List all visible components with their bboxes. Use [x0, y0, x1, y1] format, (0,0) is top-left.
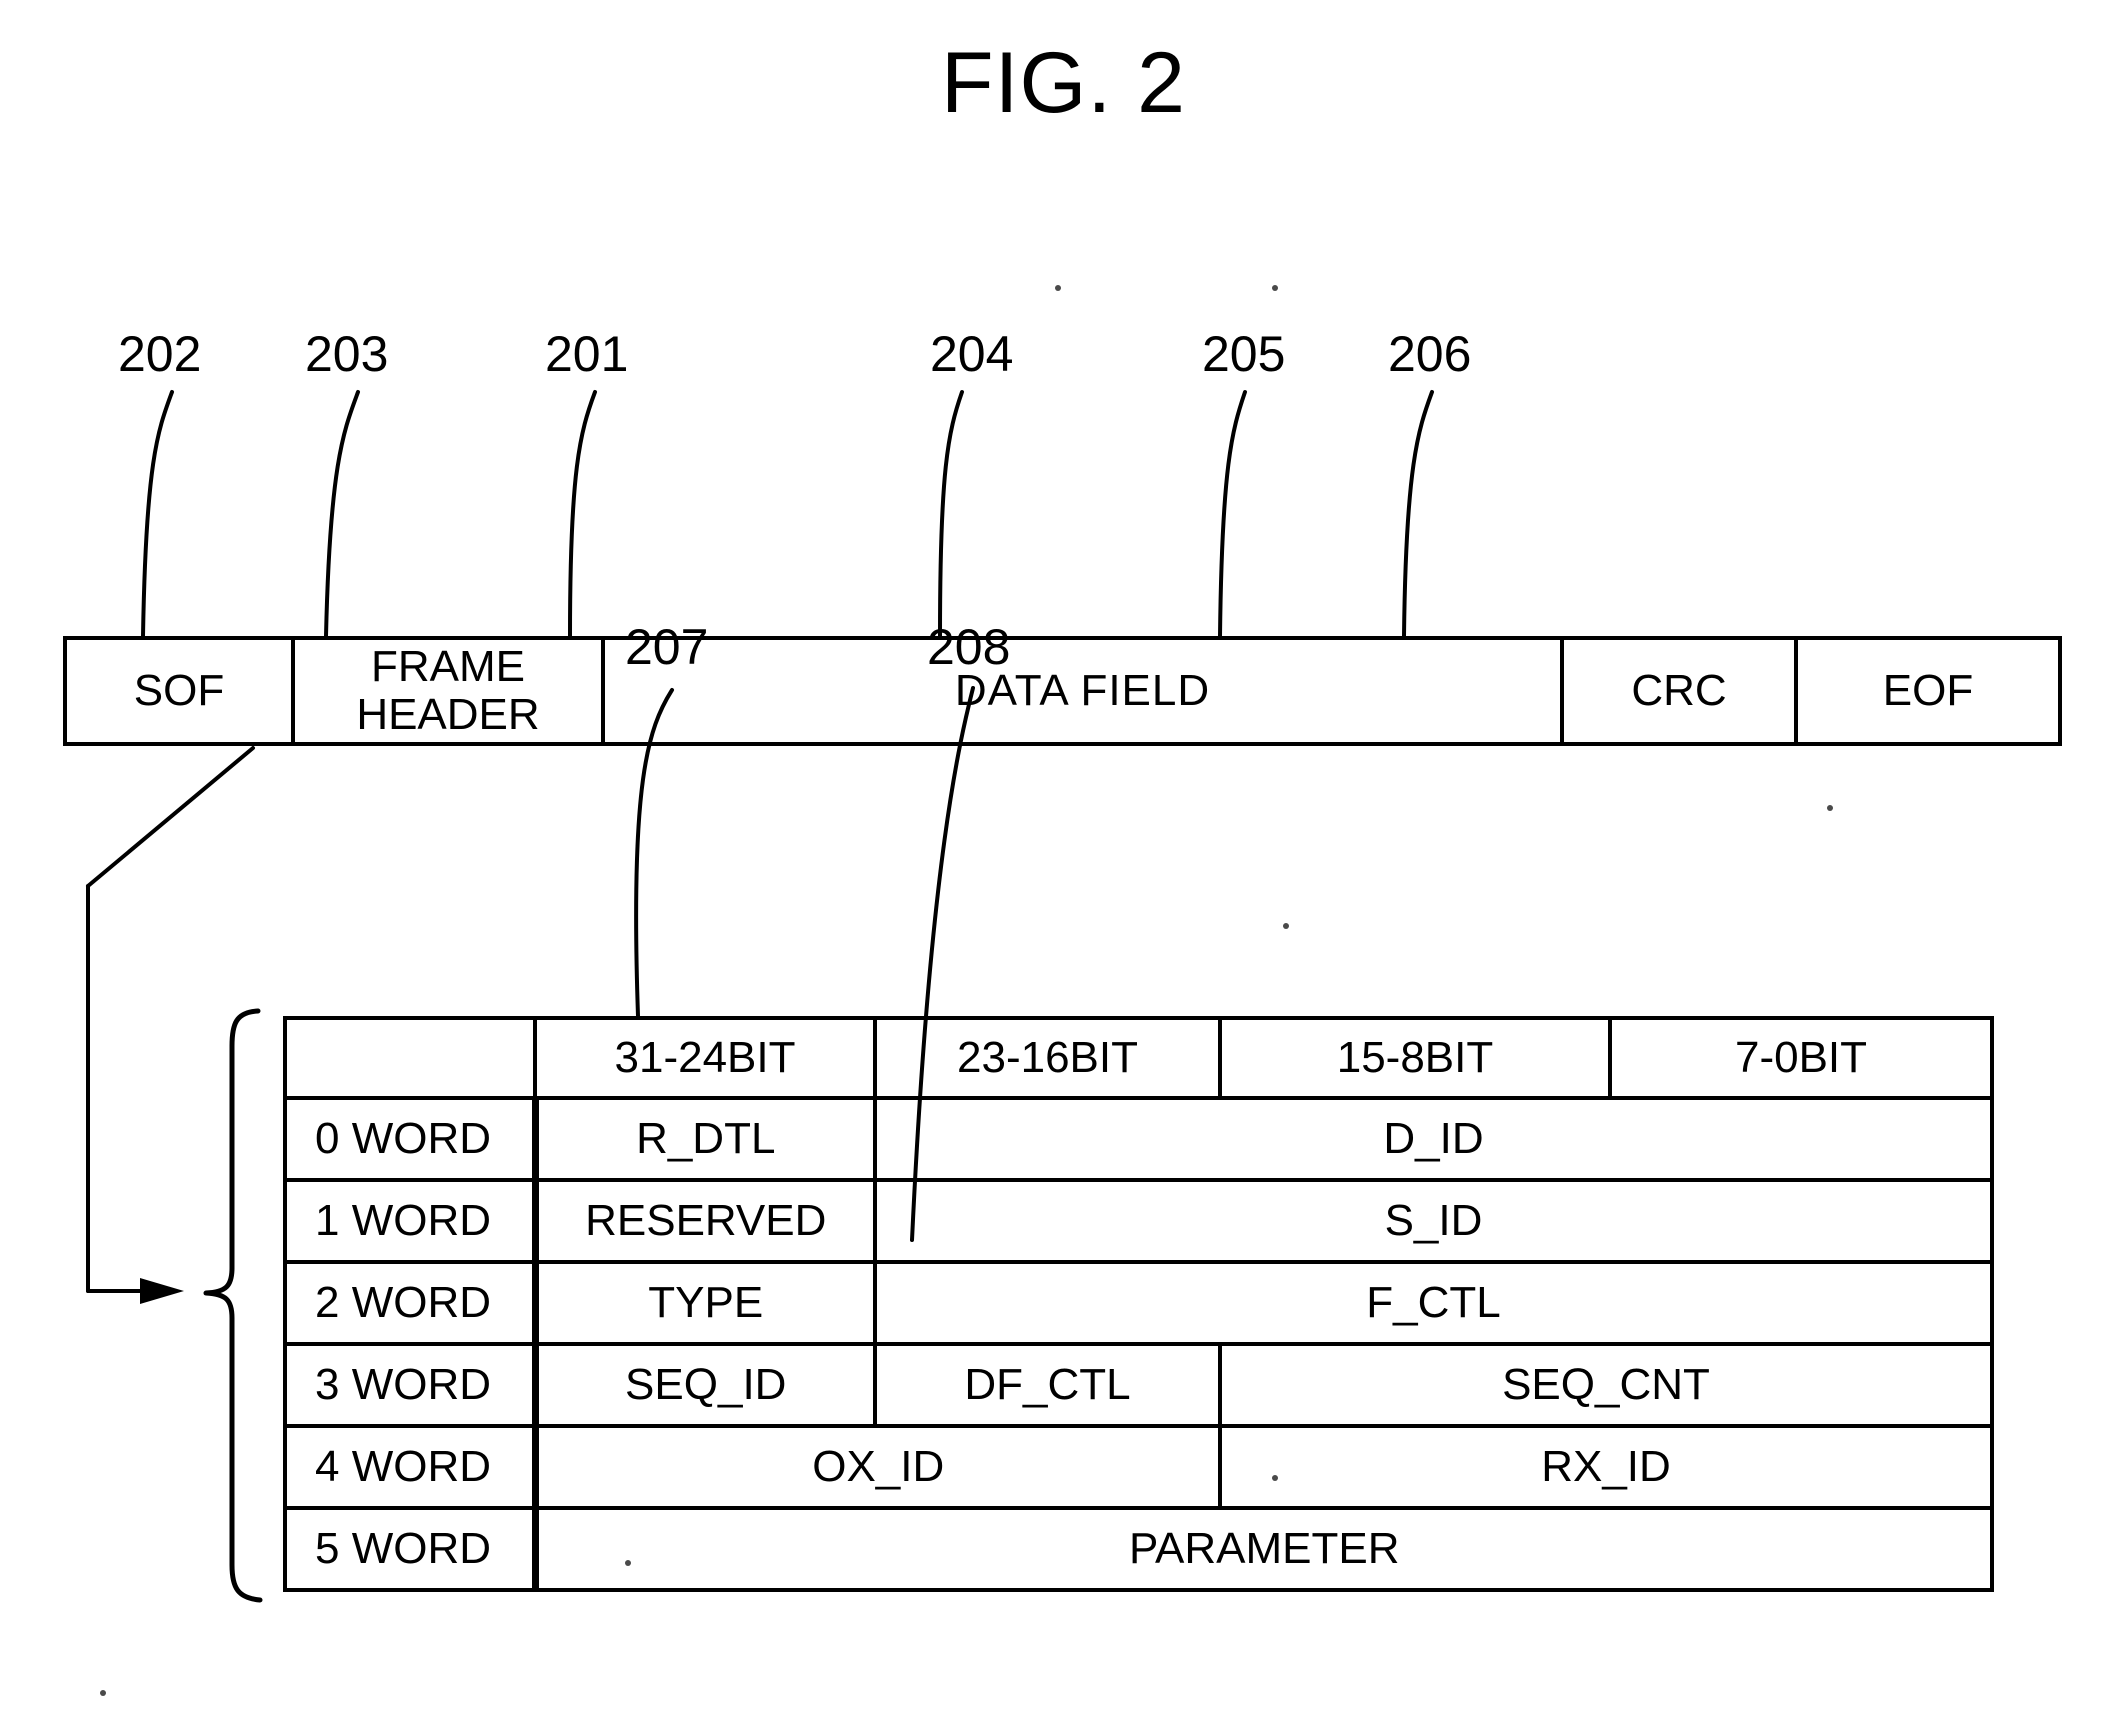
figure-title: FIG. 2	[941, 35, 1186, 131]
frame-structure-bar: SOF FRAME HEADER DATA FIELD CRC EOF	[63, 636, 2062, 746]
cell-r-dtl: R_DTL	[533, 1096, 877, 1182]
leader-line-202	[141, 390, 174, 638]
cell-s-id: S_ID	[873, 1178, 1994, 1264]
table-row: 0 WORD R_DTL D_ID	[283, 1096, 1994, 1182]
reference-number-201: 201	[545, 326, 629, 382]
table-row: 2 WORD TYPE F_CTL	[283, 1260, 1994, 1346]
row-label-word-4: 4 WORD	[283, 1424, 539, 1510]
cell-rx-id: RX_ID	[1218, 1424, 1994, 1510]
row-label-word-2: 2 WORD	[283, 1260, 539, 1346]
row-label-word-3: 3 WORD	[283, 1342, 539, 1428]
cell-parameter: PARAMETER	[533, 1506, 1994, 1592]
frame-cell-eof: EOF	[1882, 666, 1974, 716]
frame-cell-frame-header: FRAME HEADER	[295, 640, 605, 742]
cell-seq-id: SEQ_ID	[533, 1342, 877, 1428]
scan-speck	[1272, 285, 1278, 291]
frame-cell-sof: SOF	[67, 640, 295, 742]
scan-speck	[1283, 923, 1289, 929]
leader-line-203	[324, 390, 360, 638]
leader-line-206	[1402, 390, 1434, 638]
reference-number-202: 202	[118, 326, 202, 382]
frame-cell-crc: CRC	[1564, 640, 1798, 742]
table-row: 4 WORD OX_ID RX_ID	[283, 1424, 1994, 1510]
table-row: 3 WORD SEQ_ID DF_CTL SEQ_CNT	[283, 1342, 1994, 1428]
cell-reserved: RESERVED	[533, 1178, 877, 1264]
connector-arrowhead	[140, 1278, 184, 1304]
scan-speck	[625, 1560, 631, 1566]
leader-line-201	[568, 390, 597, 638]
row-label-word-0: 0 WORD	[283, 1096, 539, 1182]
cell-df-ctl: DF_CTL	[873, 1342, 1222, 1428]
table-header-15-8bit: 15-8BIT	[1218, 1016, 1612, 1100]
leader-line-204	[938, 390, 964, 638]
table-row: 5 WORD PARAMETER	[283, 1506, 1994, 1592]
table-header-blank-corner	[283, 1016, 537, 1100]
frame-header-detail-table: 31-24BIT 23-16BIT 15-8BIT 7-0BIT 0 WORD …	[283, 1016, 1994, 1592]
table-header-31-24bit: 31-24BIT	[533, 1016, 877, 1100]
table-header-row: 31-24BIT 23-16BIT 15-8BIT 7-0BIT	[283, 1016, 1994, 1100]
cell-type: TYPE	[533, 1260, 877, 1346]
reference-number-203: 203	[305, 326, 389, 382]
scan-speck	[1272, 1475, 1278, 1481]
detail-table-brace	[203, 1008, 263, 1603]
row-label-word-1: 1 WORD	[283, 1178, 539, 1264]
reference-number-206: 206	[1388, 326, 1472, 382]
cell-ox-id: OX_ID	[533, 1424, 1222, 1510]
connector-diagonal	[86, 746, 255, 888]
reference-number-204: 204	[930, 326, 1014, 382]
cell-f-ctl: F_CTL	[873, 1260, 1994, 1346]
scan-speck	[1827, 805, 1833, 811]
cell-seq-cnt: SEQ_CNT	[1218, 1342, 1994, 1428]
frame-cell-data-field: DATA FIELD	[605, 640, 1564, 742]
reference-number-205: 205	[1202, 326, 1286, 382]
cell-d-id: D_ID	[873, 1096, 1994, 1182]
scan-speck	[100, 1690, 106, 1696]
table-header-7-0bit: 7-0BIT	[1608, 1016, 1994, 1100]
row-label-word-5: 5 WORD	[283, 1506, 539, 1592]
table-row: 1 WORD RESERVED S_ID	[283, 1178, 1994, 1264]
scan-speck	[1055, 285, 1061, 291]
table-header-23-16bit: 23-16BIT	[873, 1016, 1222, 1100]
leader-line-205	[1218, 390, 1247, 638]
